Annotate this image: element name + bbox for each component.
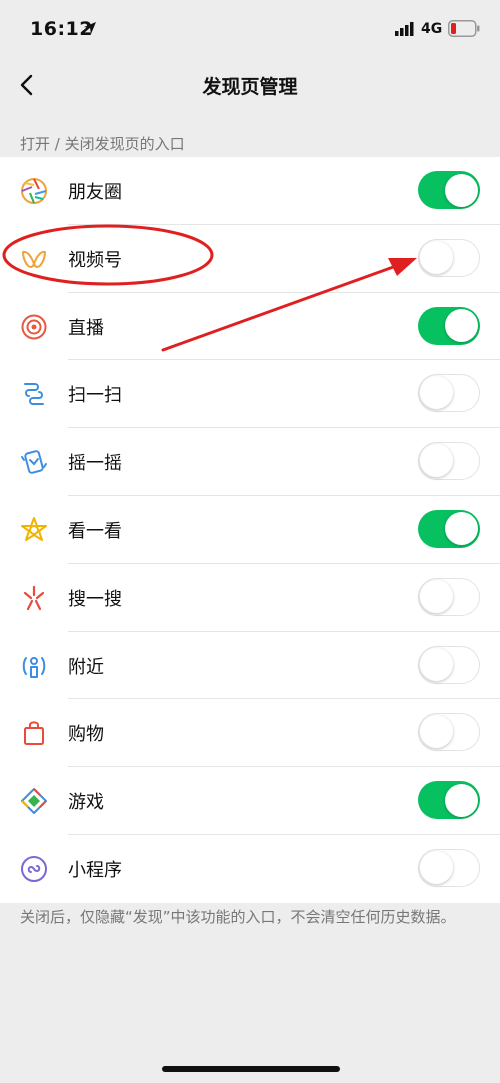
- list-item-label: 小程序: [68, 859, 122, 881]
- channels-butterfly-icon: [22, 250, 46, 268]
- list-item-live: 直播: [0, 293, 500, 361]
- top-stories-star-icon: [21, 516, 47, 541]
- toggle-games[interactable]: [418, 781, 480, 820]
- toggle-knob: [445, 783, 478, 817]
- footer-note: 关闭后，仅隐藏“发现”中该功能的入口，不会清空任何历史数据。: [20, 908, 456, 926]
- toggle-shopping[interactable]: [418, 713, 480, 752]
- signal-icon: [395, 22, 414, 36]
- battery-low-icon: [448, 20, 480, 37]
- search-spark-icon: [23, 585, 45, 610]
- people-nearby-icon: [22, 656, 46, 678]
- list-item-label: 扫一扫: [68, 385, 122, 407]
- toggle-scan[interactable]: [418, 374, 480, 413]
- toggle-nearby[interactable]: [418, 645, 480, 684]
- list-item-label: 视频号: [68, 249, 122, 271]
- toggle-knob: [445, 512, 478, 546]
- toggle-knob: [420, 715, 453, 749]
- live-target-icon: [21, 314, 47, 340]
- moments-aperture-icon: [21, 178, 47, 204]
- list-item-search: 搜一搜: [0, 564, 500, 632]
- shake-phone-icon: [21, 450, 47, 474]
- status-bar: 16:12 4G: [0, 0, 500, 60]
- list-item-label: 看一看: [68, 520, 122, 542]
- network-type: 4G: [421, 21, 443, 37]
- section-header: 打开 / 关闭发现页的入口: [20, 135, 185, 153]
- list-item-label: 搜一搜: [68, 588, 122, 610]
- games-diamond-icon: [21, 788, 47, 815]
- mini-programs-icon: [21, 855, 47, 882]
- list-item-label: 摇一摇: [68, 453, 122, 475]
- list-item-shopping: 购物: [0, 699, 500, 768]
- location-arrow-icon: [84, 22, 96, 34]
- toggle-knob: [445, 309, 478, 343]
- toggle-knob: [420, 240, 453, 274]
- list-item-label: 游戏: [68, 792, 104, 814]
- list-item-label: 朋友圈: [68, 182, 122, 203]
- scan-icon: [24, 383, 44, 406]
- shopping-bag-icon: [24, 721, 44, 746]
- toggle-top-stories[interactable]: [418, 509, 480, 548]
- list-item-shake: 摇一摇: [0, 428, 500, 496]
- toggle-mini-programs[interactable]: [418, 848, 480, 887]
- list-item-nearby: 附近: [0, 632, 500, 700]
- list-item-channels: 视频号: [0, 225, 500, 293]
- toggle-knob: [445, 173, 478, 207]
- navigation-bar: 发现页管理: [0, 60, 500, 110]
- list-item-mini-programs: 小程序: [0, 835, 500, 903]
- toggle-channels[interactable]: [418, 238, 480, 277]
- home-indicator: [162, 1066, 340, 1072]
- list-item-moments: 朋友圈: [0, 157, 500, 225]
- list-item-top-stories: 看一看: [0, 496, 500, 564]
- toggle-shake[interactable]: [418, 442, 480, 481]
- toggle-search[interactable]: [418, 577, 480, 616]
- list-item-label: 附近: [68, 656, 104, 678]
- list-item-games: 游戏: [0, 767, 500, 835]
- page-title: 发现页管理: [202, 76, 298, 98]
- list-item-label: 购物: [68, 724, 104, 746]
- list-item-label: 直播: [68, 317, 104, 339]
- toggle-knob: [420, 444, 453, 478]
- toggle-knob: [420, 376, 453, 410]
- toggle-live[interactable]: [418, 306, 480, 345]
- toggle-knob: [420, 850, 453, 884]
- discover-entry-list: 朋友圈 视频号 直播 扫一扫 摇一摇 看一看 搜一搜 附近 购物 游戏 小程序: [0, 157, 500, 903]
- list-item-scan: 扫一扫: [0, 360, 500, 429]
- toggle-moments[interactable]: [418, 171, 480, 209]
- toggle-knob: [420, 647, 453, 681]
- toggle-knob: [420, 579, 453, 613]
